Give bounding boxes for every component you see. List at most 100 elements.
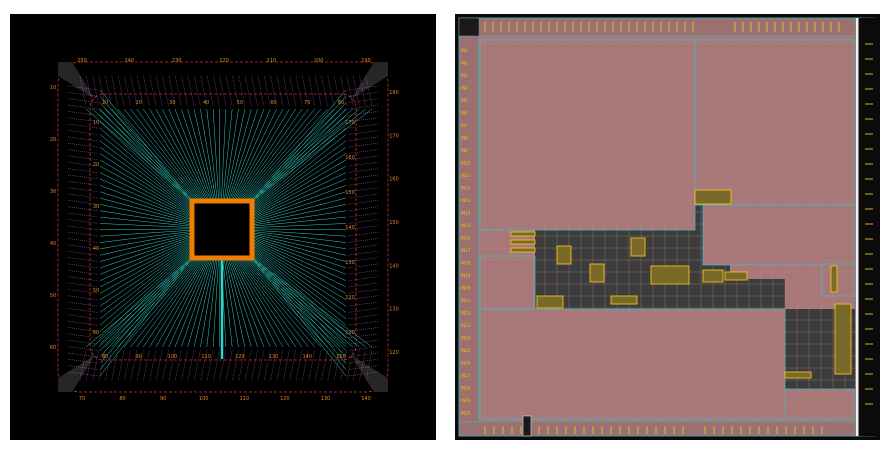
package-bond-view: 250 240 230 220 210 200 190 10 20 30 40 50 60 70 80 70 8… — [10, 14, 436, 440]
label-bottom-inner: 120 — [235, 354, 245, 360]
label-bottom-inner: 140 — [303, 354, 313, 360]
label-left-outer: 60 — [50, 345, 56, 351]
label-top-inner: 30 — [169, 100, 175, 106]
label-top-outer: 240 — [125, 58, 135, 64]
label-bottom-inner: 130 — [269, 354, 279, 360]
cell-cluster — [834, 303, 852, 375]
right-edge-band — [859, 18, 876, 436]
cell-cluster — [556, 245, 572, 265]
label-bottom-outer: 100 — [199, 396, 209, 402]
corner-cell-tl — [458, 17, 480, 37]
label-top-inner: 40 — [203, 100, 209, 106]
label-right-inner: 160 — [345, 155, 355, 161]
label-right-outer: 140 — [389, 263, 399, 269]
die — [189, 198, 255, 261]
cell-cluster — [610, 295, 638, 305]
label-right-outer: 150 — [389, 220, 399, 226]
macro-c — [702, 204, 856, 266]
floorplan-view: IN1 IN2 IN3 IN4 IN5 IN6 IN7 IN8 IN9 IN10 IN11 IN12 I… — [455, 14, 880, 440]
pin-label-left: IN15 — [461, 223, 471, 228]
package-canvas: 250 240 230 220 210 200 190 10 20 30 40 50 60 70 80 70 8… — [10, 14, 436, 440]
pin-label-left: IN17 — [461, 248, 471, 253]
label-left-inner: 10 — [93, 120, 99, 126]
floorplan-canvas: IN1 IN2 IN3 IN4 IN5 IN6 IN7 IN8 IN9 IN10 IN11 IN12 I… — [455, 14, 880, 440]
label-right-inner: 170 — [345, 120, 355, 126]
label-bottom-inner: 110 — [201, 354, 211, 360]
label-left-outer: 40 — [50, 241, 56, 247]
cell-cluster — [510, 231, 536, 237]
pin-label-left: IN28 — [461, 386, 471, 391]
corner-cell-bottom — [522, 415, 532, 437]
label-bottom-outer: 110 — [240, 396, 250, 402]
label-bottom-outer: 130 — [321, 396, 331, 402]
pin-label-left: IN16 — [461, 236, 471, 241]
cell-cluster — [536, 295, 564, 309]
macro-b — [694, 39, 856, 206]
cell-cluster — [702, 269, 724, 283]
label-top-inner: 70 — [304, 100, 310, 106]
cell-cluster — [510, 239, 536, 245]
pin-label-left: IN21 — [461, 298, 471, 303]
pin-label-left: IN4 — [461, 86, 468, 91]
pin-label-left: IN26 — [461, 361, 471, 366]
pin-label-left: IN12 — [461, 186, 471, 191]
label-top-outer: 250 — [77, 58, 87, 64]
label-top-outer: 220 — [219, 58, 229, 64]
label-top-outer: 190 — [361, 58, 371, 64]
pin-label-left: IN20 — [461, 286, 471, 291]
label-left-outer: 20 — [50, 137, 56, 143]
label-top-inner: 50 — [237, 100, 243, 106]
label-right-outer: 170 — [389, 133, 399, 139]
label-left-inner: 60 — [93, 330, 99, 336]
pin-label-left: IN14 — [461, 211, 471, 216]
label-bottom-outer: 90 — [160, 396, 166, 402]
io-ring-bottom — [458, 421, 862, 437]
macro-e — [479, 308, 786, 420]
pin-label-left: IN13 — [461, 198, 471, 203]
label-top-outer: 230 — [172, 58, 182, 64]
label-left-inner: 40 — [93, 246, 99, 252]
label-bottom-outer: 80 — [119, 396, 125, 402]
pin-label-left: IN24 — [461, 336, 471, 341]
label-right-outer: 180 — [389, 90, 399, 96]
pin-label-left: IN25 — [461, 348, 471, 353]
cell-cluster — [510, 247, 536, 253]
label-left-outer: 30 — [50, 189, 56, 195]
pin-label-left: IN7 — [461, 123, 468, 128]
label-top-inner: 60 — [270, 100, 276, 106]
cell-cluster — [830, 265, 838, 293]
label-left-inner: 50 — [93, 288, 99, 294]
pin-label-left: IN9 — [461, 148, 468, 153]
macro-g — [821, 263, 856, 297]
label-left-inner: 20 — [93, 162, 99, 168]
pin-label-left: IN23 — [461, 323, 471, 328]
label-top-outer: 210 — [267, 58, 277, 64]
label-bottom-outer: 70 — [79, 396, 85, 402]
label-right-outer: 130 — [389, 307, 399, 313]
cell-cluster — [589, 263, 605, 283]
macro-d — [479, 255, 536, 310]
label-right-outer: 160 — [389, 177, 399, 183]
label-top-inner: 80 — [338, 100, 344, 106]
cell-cluster — [630, 237, 646, 257]
label-left-outer: 10 — [50, 85, 56, 91]
cell-cluster — [694, 189, 732, 205]
io-ring-top — [458, 17, 862, 37]
label-right-inner: 140 — [345, 225, 355, 231]
cell-cluster — [724, 271, 748, 281]
macro-a — [479, 39, 696, 231]
pin-label-left: IN1 — [461, 48, 468, 53]
label-right-inner: 150 — [345, 190, 355, 196]
pin-label-left: IN8 — [461, 136, 468, 141]
label-left-inner: 30 — [93, 204, 99, 210]
label-top-inner: 20 — [136, 100, 142, 106]
cell-cluster — [784, 371, 812, 379]
label-bottom-inner: 90 — [136, 354, 142, 360]
pin-label-left: IN11 — [461, 173, 471, 178]
cell-cluster — [650, 265, 690, 285]
pin-label-left: IN29 — [461, 398, 471, 403]
label-right-inner: 120 — [345, 295, 355, 301]
pin-label-left: IN27 — [461, 373, 471, 378]
pin-label-left: IN5 — [461, 98, 468, 103]
right-edge-line — [856, 18, 858, 436]
